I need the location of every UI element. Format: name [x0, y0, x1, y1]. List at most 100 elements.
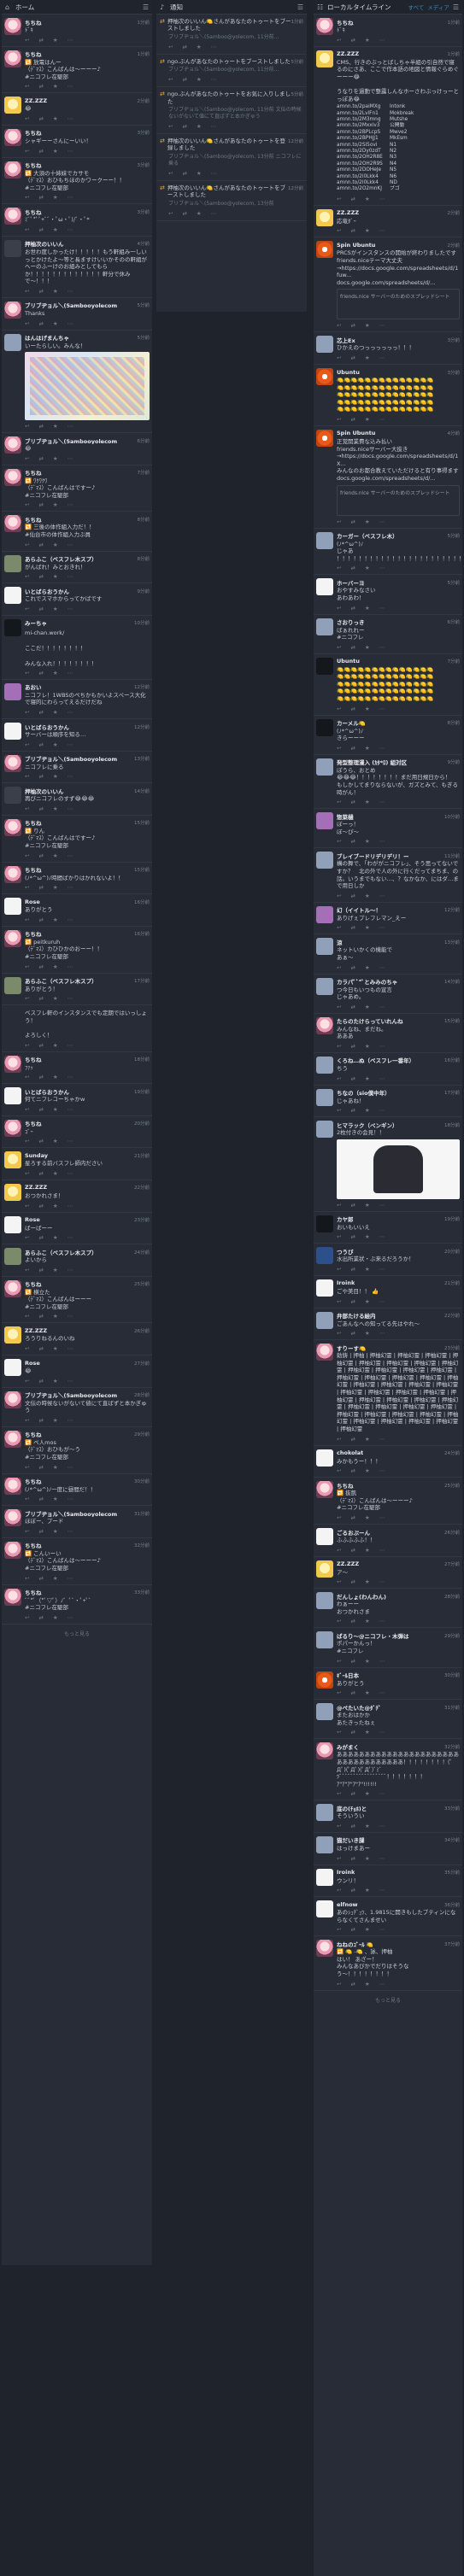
- status-post[interactable]: ちちね 18分前 ﾌｧｯ ↩ ⇄ ★ ⋯: [2, 1052, 152, 1085]
- avatar[interactable]: [316, 1481, 333, 1499]
- status-post[interactable]: ZZ.ZZZ 2分前 😂 ↩ ⇄ ★ ⋯: [2, 93, 152, 126]
- more-icon[interactable]: ⋯: [211, 170, 217, 177]
- boost-icon[interactable]: ⇄: [182, 170, 186, 177]
- favourite-icon[interactable]: ★: [365, 644, 370, 651]
- reply-icon[interactable]: ↩: [25, 1313, 29, 1320]
- more-icon[interactable]: ⋯: [68, 37, 73, 44]
- avatar[interactable]: [316, 657, 333, 675]
- more-icon[interactable]: ⋯: [379, 1514, 385, 1521]
- boost-icon[interactable]: ⇄: [182, 210, 186, 217]
- reply-icon[interactable]: ↩: [25, 37, 29, 44]
- boost-icon[interactable]: ⇄: [350, 1467, 355, 1474]
- timestamp[interactable]: 10分前: [442, 813, 460, 820]
- notification-target-post[interactable]: ブリブヂョル＼(5amboo@yolecom, 13分前: [168, 201, 303, 208]
- favourite-icon[interactable]: ★: [365, 565, 370, 571]
- reply-icon[interactable]: ↩: [337, 1004, 341, 1010]
- more-icon[interactable]: ⋯: [379, 196, 385, 202]
- avatar[interactable]: [4, 208, 21, 225]
- boost-icon[interactable]: ⇄: [182, 76, 186, 83]
- display-name[interactable]: カヤ郎: [337, 1215, 354, 1223]
- reply-icon[interactable]: ↩: [25, 1464, 29, 1471]
- more-icon[interactable]: ⋯: [68, 115, 73, 122]
- display-name[interactable]: ちちね: [25, 1542, 42, 1549]
- favourite-icon[interactable]: ★: [53, 1170, 58, 1177]
- reply-icon[interactable]: ↩: [337, 565, 341, 571]
- status-post[interactable]: ちちね 3分前 シャギーーさんにーいい！ ↩ ⇄ ★ ⋯: [2, 126, 152, 158]
- boost-icon[interactable]: ⇄: [38, 852, 43, 859]
- favourite-icon[interactable]: ★: [53, 741, 58, 748]
- more-icon[interactable]: ⋯: [68, 1313, 73, 1320]
- timestamp[interactable]: 4分前: [135, 240, 150, 247]
- boost-icon[interactable]: ⇄: [38, 709, 43, 716]
- boost-icon[interactable]: ⇄: [350, 964, 355, 971]
- reply-icon[interactable]: ↩: [25, 573, 29, 580]
- boost-icon[interactable]: ⇄: [38, 288, 43, 295]
- boost-icon[interactable]: ⇄: [38, 1267, 43, 1273]
- display-name[interactable]: みがまく: [337, 1742, 359, 1751]
- boost-icon[interactable]: ⇄: [38, 1417, 43, 1424]
- favourite-icon[interactable]: ★: [53, 194, 58, 201]
- link-cell[interactable]: amnn.to/2OH2R8E: [337, 155, 390, 161]
- display-name[interactable]: カーガー（ベスフレ木）: [337, 532, 398, 540]
- display-name[interactable]: Ubuntu: [337, 369, 360, 376]
- avatar[interactable]: [4, 754, 21, 772]
- avatar[interactable]: [4, 50, 21, 67]
- status-post[interactable]: Spin Ubuntu 4分前 正覚開業費な込み払い friends.niceサーバ…: [314, 426, 462, 529]
- boost-icon[interactable]: ⇄: [38, 1378, 43, 1385]
- display-name[interactable]: ZZ.ZZZ: [337, 1560, 359, 1567]
- reply-icon[interactable]: ↩: [25, 1074, 29, 1080]
- timestamp[interactable]: 35分前: [442, 1869, 460, 1876]
- reply-icon[interactable]: ↩: [25, 1378, 29, 1385]
- reply-icon[interactable]: ↩: [337, 605, 341, 612]
- boost-icon[interactable]: ⇄: [38, 423, 43, 430]
- boost-icon[interactable]: ⇄: [38, 1614, 43, 1621]
- notification-target-post[interactable]: ブリブヂョル＼(5amboo@yolecom, 11分前…: [168, 34, 303, 41]
- boost-icon[interactable]: ⇄: [38, 1345, 43, 1352]
- timestamp[interactable]: 12分前: [132, 723, 150, 730]
- more-icon[interactable]: ⋯: [379, 893, 385, 899]
- favourite-icon[interactable]: ★: [53, 1267, 58, 1273]
- link-cell[interactable]: amnn.to/2LvlFn1: [337, 111, 390, 117]
- favourite-icon[interactable]: ★: [53, 1313, 58, 1320]
- boost-icon[interactable]: ⇄: [38, 1138, 43, 1145]
- more-icon[interactable]: ⋯: [68, 1106, 73, 1113]
- display-name[interactable]: ZZ.ZZZ: [337, 50, 359, 57]
- favourite-icon[interactable]: ★: [365, 1578, 370, 1585]
- display-name[interactable]: Rose: [25, 1216, 40, 1223]
- display-name[interactable]: Spin Ubuntu: [337, 430, 375, 436]
- more-icon[interactable]: ⋯: [68, 1464, 73, 1471]
- display-name[interactable]: ちちね: [337, 1481, 354, 1490]
- reply-icon[interactable]: ↩: [25, 1614, 29, 1621]
- boost-icon[interactable]: ⇄: [350, 1855, 355, 1862]
- avatar[interactable]: [4, 1477, 21, 1495]
- avatar[interactable]: [316, 1121, 333, 1139]
- favourite-icon[interactable]: ★: [197, 123, 202, 130]
- timestamp[interactable]: 3分前: [135, 208, 150, 215]
- boost-icon[interactable]: ⇄: [350, 518, 355, 525]
- reply-icon[interactable]: ↩: [25, 1345, 29, 1352]
- boost-icon[interactable]: ⇄: [350, 1004, 355, 1010]
- link-card[interactable]: friends.nice サーバーのためのスプレッドシート: [337, 289, 460, 320]
- more-icon[interactable]: ⋯: [379, 37, 385, 44]
- column-settings-icon[interactable]: ☰: [453, 3, 459, 11]
- favourite-icon[interactable]: ★: [53, 1575, 58, 1582]
- timestamp[interactable]: 28分前: [442, 1593, 460, 1600]
- link-card[interactable]: mi-chan.work/ ここだ！！！！！！！！ みんな入れ！！！！！！！！: [25, 629, 150, 667]
- status-post[interactable]: いとばらおうかん 9分前 これでスマホからってかばです ↩ ⇄ ★ ⋯: [2, 583, 152, 616]
- more-icon[interactable]: ⋯: [68, 288, 73, 295]
- more-icon[interactable]: ⋯: [379, 227, 385, 234]
- favourite-icon[interactable]: ★: [365, 1004, 370, 1010]
- timestamp[interactable]: 18分前: [442, 1121, 460, 1128]
- status-post[interactable]: ホーバーヨ 5分前 おやすみなさい あわあわ！ ↩ ⇄ ★ ⋯: [314, 575, 462, 615]
- display-name[interactable]: あらふこ（ベスフレ木スプ）: [25, 1248, 97, 1256]
- favourite-icon[interactable]: ★: [53, 1345, 58, 1352]
- favourite-icon[interactable]: ★: [365, 1043, 370, 1050]
- display-name[interactable]: ZZ.ZZZ: [337, 209, 359, 216]
- avatar[interactable]: [4, 1215, 21, 1233]
- more-icon[interactable]: ⋯: [379, 1981, 385, 1988]
- avatar[interactable]: [316, 1016, 333, 1034]
- boost-icon[interactable]: ⇄: [350, 1578, 355, 1585]
- avatar[interactable]: [316, 208, 333, 226]
- avatar[interactable]: [316, 50, 333, 67]
- status-post[interactable]: ちちね 16分前 🔁 peitkuruh （ﾃﾞﾏｽ）カひひかのおーー！！ #ニコフ…: [2, 927, 152, 974]
